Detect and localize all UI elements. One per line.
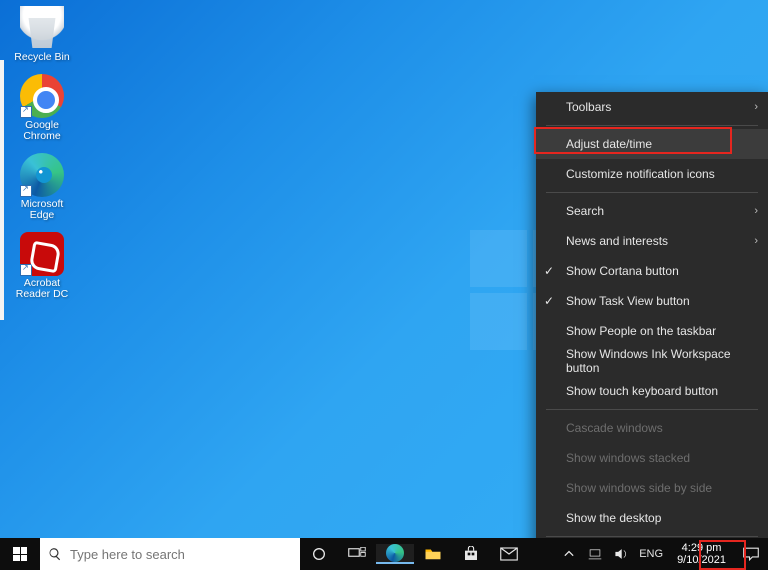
desktop: Recycle Bin Google Chrome Microsoft Edge…: [8, 6, 76, 311]
menu-item-cascade-windows: Cascade windows: [536, 413, 768, 443]
tray-language-button[interactable]: ENG: [639, 548, 663, 560]
volume-icon: [614, 548, 628, 560]
menu-item-label: Toolbars: [566, 100, 611, 114]
menu-item-label: Adjust date/time: [566, 137, 652, 151]
taskbar-pinned-apps: [300, 538, 528, 570]
edge-icon: [386, 544, 404, 562]
taskbar-app-file-explorer[interactable]: [414, 547, 452, 561]
acrobat-icon: [20, 232, 64, 276]
taskbar: ENG 4:29 pm 9/10/2021: [0, 538, 768, 570]
menu-separator: [546, 536, 758, 537]
check-icon: ✓: [544, 264, 554, 278]
desktop-icon-label: Google Chrome: [8, 120, 76, 143]
taskbar-app-edge[interactable]: [376, 544, 414, 564]
notification-icon: [743, 547, 759, 561]
menu-item-show-task-view-button[interactable]: ✓ Show Task View button: [536, 286, 768, 316]
tray-network-button[interactable]: [587, 548, 603, 560]
start-button[interactable]: [0, 538, 40, 570]
menu-separator: [546, 192, 758, 193]
menu-item-show-windows-stacked: Show windows stacked: [536, 443, 768, 473]
desktop-icon-label: Microsoft Edge: [8, 199, 76, 222]
shortcut-arrow-icon: [20, 185, 32, 197]
menu-item-show-windows-side-by-side: Show windows side by side: [536, 473, 768, 503]
store-icon: [463, 546, 479, 562]
menu-item-label: Show touch keyboard button: [566, 384, 718, 398]
edge-icon: [20, 153, 64, 197]
windows-logo-icon: [13, 547, 27, 561]
menu-item-label: Show Windows Ink Workspace button: [566, 347, 754, 375]
tray-overflow-button[interactable]: [561, 549, 577, 559]
cortana-button[interactable]: [300, 546, 338, 562]
menu-item-adjust-date-time[interactable]: Adjust date/time: [536, 129, 768, 159]
task-view-button[interactable]: [338, 547, 376, 561]
menu-item-news-and-interests[interactable]: News and interests ›: [536, 226, 768, 256]
chevron-right-icon: ›: [754, 101, 758, 113]
background-window-sliver: [0, 60, 4, 320]
menu-item-show-cortana-button[interactable]: ✓ Show Cortana button: [536, 256, 768, 286]
menu-separator: [546, 409, 758, 410]
menu-item-label: Show windows stacked: [566, 451, 690, 465]
tray-volume-button[interactable]: [613, 548, 629, 560]
action-center-button[interactable]: [740, 547, 762, 561]
menu-item-customize-notification-icons[interactable]: Customize notification icons: [536, 159, 768, 189]
menu-item-label: Show People on the taskbar: [566, 324, 716, 338]
desktop-icon-label: Recycle Bin: [8, 52, 76, 64]
menu-item-label: Cascade windows: [566, 421, 663, 435]
taskbar-app-store[interactable]: [452, 546, 490, 562]
menu-item-show-the-desktop[interactable]: Show the desktop: [536, 503, 768, 533]
menu-item-label: Show Cortana button: [566, 264, 679, 278]
desktop-icon-acrobat-reader[interactable]: Acrobat Reader DC: [8, 232, 76, 301]
menu-item-label: News and interests: [566, 234, 668, 248]
recycle-bin-icon: [20, 6, 64, 50]
menu-item-show-people-on-the-taskbar[interactable]: Show People on the taskbar: [536, 316, 768, 346]
search-input[interactable]: [70, 547, 300, 562]
search-icon: [48, 547, 62, 561]
taskbar-app-mail[interactable]: [490, 547, 528, 561]
network-icon: [588, 548, 602, 560]
menu-item-search[interactable]: Search ›: [536, 196, 768, 226]
menu-item-show-touch-keyboard-button[interactable]: Show touch keyboard button: [536, 376, 768, 406]
system-tray: ENG 4:29 pm 9/10/2021: [561, 538, 768, 570]
menu-item-label: Show the desktop: [566, 511, 661, 525]
menu-item-toolbars[interactable]: Toolbars ›: [536, 92, 768, 122]
chevron-right-icon: ›: [754, 205, 758, 217]
desktop-icon-recycle-bin[interactable]: Recycle Bin: [8, 6, 76, 64]
taskbar-search[interactable]: [40, 538, 300, 570]
menu-item-show-windows-ink-workspace-button[interactable]: Show Windows Ink Workspace button: [536, 346, 768, 376]
shortcut-arrow-icon: [20, 106, 32, 118]
shortcut-arrow-icon: [20, 264, 32, 276]
menu-separator: [546, 125, 758, 126]
tray-clock[interactable]: 4:29 pm 9/10/2021: [673, 540, 730, 568]
menu-item-label: Show Task View button: [566, 294, 690, 308]
folder-icon: [424, 547, 442, 561]
chevron-up-icon: [564, 549, 574, 559]
taskbar-context-menu: Toolbars › Adjust date/time Customize notif…: [536, 92, 768, 570]
menu-item-label: Show windows side by side: [566, 481, 712, 495]
check-icon: ✓: [544, 294, 554, 308]
desktop-icon-google-chrome[interactable]: Google Chrome: [8, 74, 76, 143]
desktop-icon-microsoft-edge[interactable]: Microsoft Edge: [8, 153, 76, 222]
menu-item-label: Search: [566, 204, 604, 218]
chevron-right-icon: ›: [754, 235, 758, 247]
menu-item-label: Customize notification icons: [566, 167, 715, 181]
clock-time: 4:29 pm: [677, 542, 726, 554]
chrome-icon: [20, 74, 64, 118]
clock-date: 9/10/2021: [677, 554, 726, 566]
mail-icon: [500, 547, 518, 561]
desktop-icon-label: Acrobat Reader DC: [8, 278, 76, 301]
